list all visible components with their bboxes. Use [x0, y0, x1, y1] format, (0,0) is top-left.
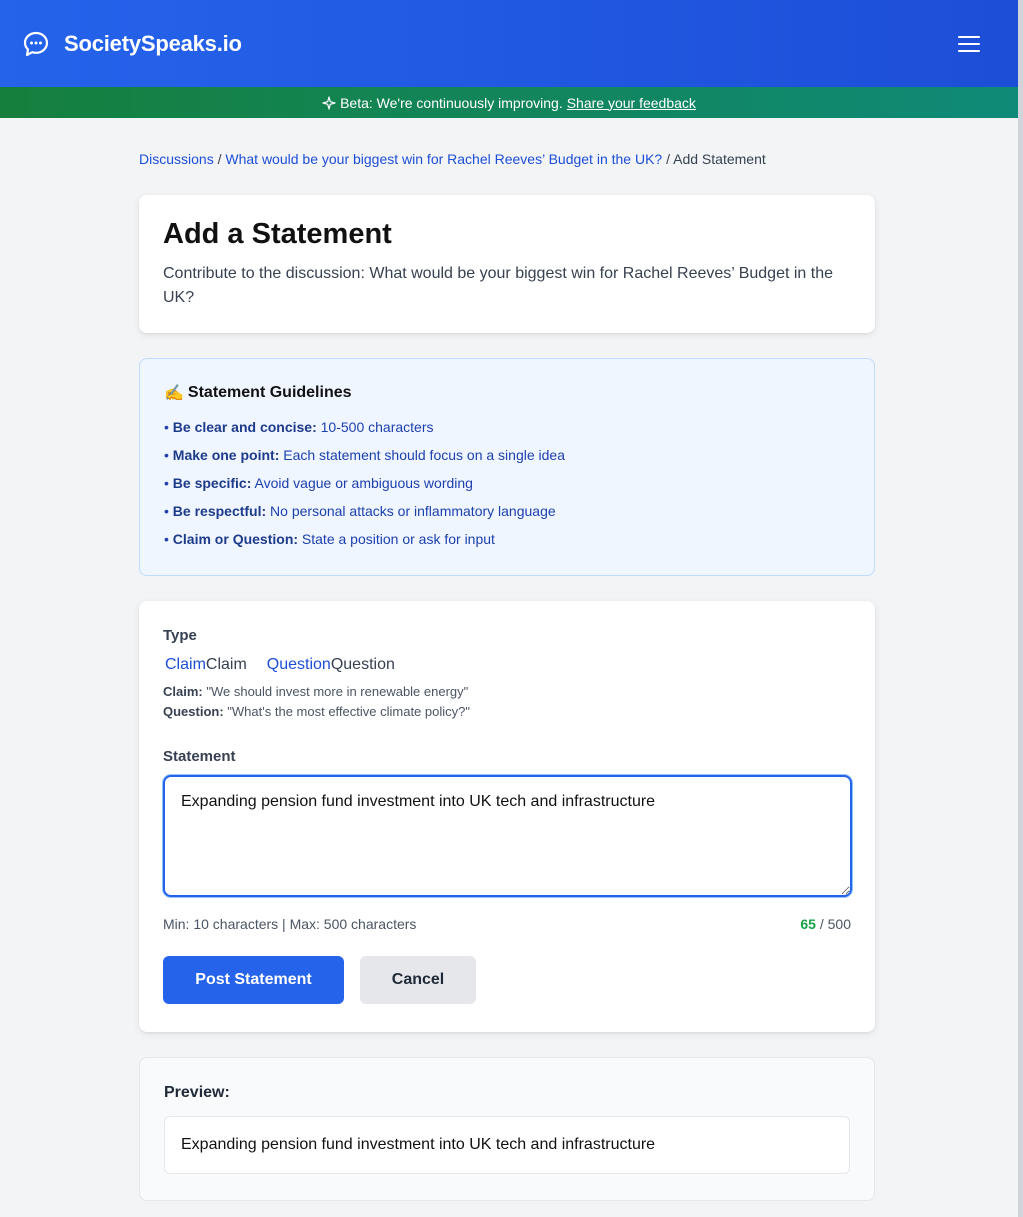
hamburger-menu-icon[interactable]: [958, 35, 980, 53]
claim-example: Claim: "We should invest more in renewab…: [163, 684, 469, 699]
form-actions: Post Statement Cancel: [163, 956, 851, 1004]
page-subtitle: Contribute to the discussion: What would…: [163, 264, 833, 306]
site-header: SocietySpeaks.io: [0, 0, 1018, 87]
type-label: Type: [163, 627, 197, 644]
guidelines-panel: ✍️ Statement Guidelines • Be clear and c…: [139, 358, 875, 576]
type-option-claim[interactable]: Claim Claim: [163, 656, 247, 674]
guidelines-heading: ✍️ Statement Guidelines: [164, 383, 850, 403]
guideline-item: • Be clear and concise: 10-500 character…: [164, 419, 434, 435]
breadcrumb: Discussions / What would be your biggest…: [139, 151, 766, 167]
feedback-link[interactable]: Share your feedback: [567, 95, 696, 111]
guidelines-list: • Be clear and concise: 10-500 character…: [164, 413, 850, 553]
char-count-current: 65: [800, 916, 816, 932]
type-selector: Claim Claim Question Question: [163, 656, 851, 674]
window-edge: [1018, 0, 1023, 1217]
cancel-button[interactable]: Cancel: [360, 956, 476, 1004]
beta-text: Beta: We're continuously improving.: [340, 94, 563, 111]
brand[interactable]: SocietySpeaks.io: [22, 30, 242, 58]
preview-label: Preview:: [164, 1084, 230, 1101]
char-count-max: / 500: [819, 916, 851, 932]
preview-box: Expanding pension fund investment into U…: [164, 1116, 850, 1174]
guideline-item: • Make one point: Each statement should …: [164, 447, 565, 463]
beta-banner: Beta: We're continuously improving. Shar…: [0, 87, 1018, 118]
title-card: Add a Statement Contribute to the discus…: [139, 195, 875, 333]
char-counter-row: Min: 10 characters | Max: 500 characters…: [163, 916, 851, 932]
statement-label: Statement: [163, 748, 236, 765]
brand-name[interactable]: SocietySpeaks.io: [64, 31, 242, 57]
claim-image-alt[interactable]: Claim: [165, 656, 206, 674]
guideline-item: • Claim or Question: State a position or…: [164, 531, 495, 547]
guidelines-title: Statement Guidelines: [187, 384, 352, 401]
breadcrumb-discussion-title[interactable]: What would be your biggest win for Rache…: [225, 151, 662, 167]
breadcrumb-separator: /: [217, 151, 222, 167]
guideline-item: • Be respectful: No personal attacks or …: [164, 503, 556, 519]
post-statement-button[interactable]: Post Statement: [163, 956, 344, 1004]
chat-bubble-icon: [23, 31, 49, 56]
statement-input[interactable]: Expanding pension fund investment into U…: [163, 775, 852, 897]
question-image-alt[interactable]: Question: [267, 656, 331, 674]
breadcrumb-discussions[interactable]: Discussions: [139, 151, 214, 167]
char-counter: 65 / 500: [800, 916, 851, 932]
sparkle-icon: [322, 95, 336, 110]
guideline-item: • Be specific: Avoid vague or ambiguous …: [164, 475, 473, 491]
preview-panel: Preview: Expanding pension fund investme…: [139, 1057, 875, 1201]
writing-hand-icon: ✍️: [164, 385, 184, 402]
question-example: Question: "What's the most effective cli…: [163, 704, 470, 719]
type-option-question[interactable]: Question Question: [265, 656, 395, 674]
question-label[interactable]: Question: [331, 656, 395, 674]
page-title: Add a Statement: [163, 218, 392, 250]
type-examples: Claim: "We should invest more in renewab…: [163, 682, 851, 722]
breadcrumb-current: Add Statement: [673, 151, 766, 167]
claim-label[interactable]: Claim: [206, 656, 247, 674]
statement-form: Type Claim Claim Question Question Claim…: [139, 601, 875, 1032]
char-limits: Min: 10 characters | Max: 500 characters: [163, 916, 417, 932]
breadcrumb-separator: /: [666, 151, 670, 167]
